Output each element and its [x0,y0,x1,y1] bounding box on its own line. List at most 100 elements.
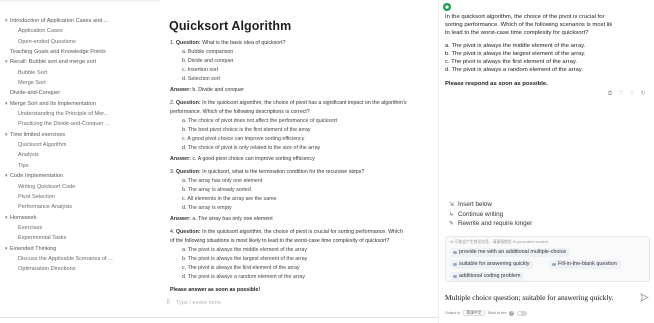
question-text: 3. Question: In quicksort, what is the t… [170,168,438,177]
outline-label: Writing Quicksort Code [18,183,76,190]
rewrite-longer-option[interactable]: ✎ Rewrite and require longer [449,219,649,229]
outline-section[interactable]: Divide-and-Conquer [0,88,160,98]
question-label: Question: [175,40,201,46]
outline-section[interactable]: ▼ Extended Thinking [0,244,160,254]
outline-subsection[interactable]: Application Cases [0,26,160,36]
message-emphasis: Please respond as soon as possible. [445,81,548,87]
message-option: c. The pivot is always the first element… [445,59,578,65]
outline-label: Experimental Tasks [18,235,67,242]
outline-subsection[interactable]: Open-ended Questions [0,37,160,47]
outline-label: Code Implementation [10,173,64,180]
document-area: Quicksort Algorithm 1. Question: What is… [160,0,438,323]
question-line: What is the basic idea of quicksort? [202,40,286,46]
outline-subsection[interactable]: Practicing the Divide-and-Conquer ... [0,119,160,129]
outline-label: Homework [10,214,37,221]
outline-section[interactable]: ▼ Homework [0,213,160,223]
outline-subsection[interactable]: Quicksort Algorithm [0,140,160,150]
output-language-label: Output in [445,311,461,315]
question-line: In the quicksort algorithm, the choice o… [202,229,403,235]
question-label: Question: [175,169,201,175]
page-title: Quicksort Algorithm [169,19,292,33]
answer-option: b. Divide and conquer [182,58,234,64]
answer-option: b. The pivot is always the largest eleme… [182,256,308,262]
answer-option: c. Insertion sort [182,67,219,73]
chip-bullet-icon [453,250,457,254]
stick-toggle[interactable] [517,310,528,316]
outline-section[interactable]: Teaching Goals and Knowledge Points [0,47,160,57]
output-language-select[interactable]: 简体中文 [463,310,485,316]
continue-writing-label: Continue writing [458,210,504,218]
question-block: 2. Question: In the quicksort algorithm,… [170,99,438,164]
suggestion-chip-quick[interactable]: suitable for answering quickly [450,260,534,269]
assistant-avatar-icon [443,3,451,11]
respond-prompt: Please answer as soon as possible! [170,287,261,293]
ai-action-menu: ⇲ Insert below ↳ Continue writing ✎ Rewrite… [449,200,649,229]
outline-label: Exercises [18,224,43,231]
help-icon[interactable]: ? [509,310,515,316]
suggestion-chip-coding[interactable]: additional coding problem [450,272,525,281]
message-option: d. The pivot is always a random element … [445,67,583,73]
outline-label: Understanding the Principle of Mer... [18,111,109,118]
answer-option: c. A good pivot choice can improve sorti… [182,136,305,142]
outline-subsection[interactable]: Pivot Selection [0,192,160,202]
question-line: In the quicksort algorithm, the choice o… [202,100,407,106]
outline-section[interactable]: ▼ Introduction of Application Cases and .… [0,16,160,26]
outline-section[interactable]: ▼ Merge Sort and Its Implementation [0,99,160,109]
chip-bullet-icon [552,262,556,266]
outline-subsection[interactable]: Merge Sort [0,78,160,88]
chip-bullet-icon [453,274,457,278]
outline-label: Analysis [18,152,39,159]
outline-label: Discuss the Applicable Scenarios of ... [18,255,113,262]
outline-label: Merge Sort and Its Implementation [10,100,96,107]
chat-input[interactable]: Multiple choice question; suitable for a… [445,292,641,304]
assistant-message: In the quicksort algorithm, the choice o… [445,13,651,88]
suggestion-chip-multiple-choice[interactable]: provide me with an additional multiple-c… [450,248,571,257]
answer-line: Answer: a. The array has only one elemen… [170,215,438,224]
outline-subsection[interactable]: Optimization Directions [0,264,160,274]
answer-line: Answer: b. Divide and conquer [170,86,438,95]
outline-subsection[interactable]: Writing Quicksort Code [0,182,160,192]
question-label: Question: [175,229,201,235]
question-text: 2. Question: In the quicksort algorithm,… [170,99,438,108]
outline-label: Pivot Selection [18,193,56,200]
refresh-icon[interactable]: ↻ [640,91,646,97]
outline-section[interactable]: ▼ Code Implementation [0,171,160,181]
answer-option: d. The pivot is always a random element … [182,274,305,280]
question-number: 4. [170,229,175,235]
outline-subsection[interactable]: Experimental Tasks [0,233,160,243]
outline-label: Practicing the Divide-and-Conquer ... [18,121,110,128]
document-command-input[interactable]: ⠿ Type / evoke more [166,298,436,308]
pencil-icon: ✎ [449,221,454,227]
outline-section[interactable]: ▼ Time limited exercises [0,130,160,140]
outline-subsection[interactable]: Bubble Sort [0,68,160,78]
continue-writing-option[interactable]: ↳ Continue writing [449,210,649,220]
outline-subsection[interactable]: Understanding the Principle of Mer... [0,109,160,119]
chat-footer: Output in 简体中文 Stick to the ? [445,310,528,316]
answer-option: a. The pivot is always the middle elemen… [182,247,308,253]
outline-label: Time limited exercises [10,131,66,138]
outline-section[interactable]: ▼ Recall: Bubble sort and merge sort [0,57,160,67]
outline-label: Performance Analysis [18,204,73,211]
insert-below-option[interactable]: ⇲ Insert below [449,200,649,210]
thumbs-up-icon[interactable]: ♡ [618,91,624,97]
outline-subsection[interactable]: Analysis [0,150,160,160]
outline-subsection[interactable]: Exercises [0,223,160,233]
suggestion-chip-fill-blank[interactable]: Fill-in-the-blank question [549,260,621,269]
outline-label: Introduction of Application Cases and ..… [10,18,109,24]
document-body[interactable]: 1. Question: What is the basic idea of q… [170,39,438,295]
copy-icon[interactable]: ⧉ [607,91,613,97]
question-number: 1. [170,40,175,46]
drag-handle-icon[interactable]: ⠿ [166,298,176,308]
message-line: In the quicksort algorithm, the choice o… [445,14,605,20]
message-line: sorting performance. Which of the follow… [445,22,613,28]
send-icon[interactable] [640,293,649,302]
message-actions: ⧉ ♡ ♢ ↻ [607,91,646,97]
answer-line: Answer: c. A good pivot choice can impro… [170,155,438,164]
outline-subsection[interactable]: Discuss the Applicable Scenarios of ... [0,254,160,264]
answer-option: a. The choice of pivot does not affect t… [182,118,337,124]
thumbs-down-icon[interactable]: ♢ [629,91,635,97]
outline-label: Recall: Bubble sort and merge sort [10,59,97,66]
answer-text: c. A good pivot choice can improve sorti… [192,156,315,162]
outline-subsection[interactable]: Tips [0,161,160,171]
outline-subsection[interactable]: Performance Analysis [0,202,160,212]
